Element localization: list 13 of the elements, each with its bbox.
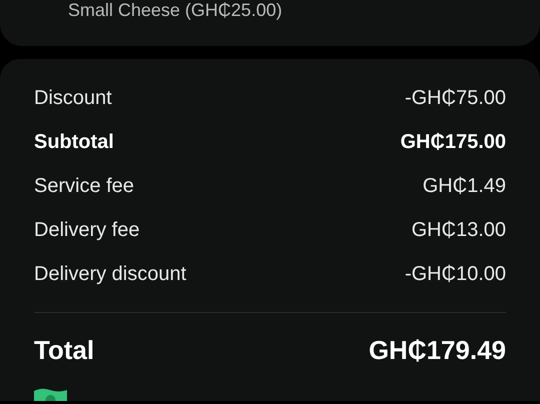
fee-amount: GH₵13.00 bbox=[412, 218, 506, 242]
fee-label: Delivery fee bbox=[34, 218, 140, 242]
fee-label: Subtotal bbox=[34, 130, 114, 154]
fee-amount: -GH₵10.00 bbox=[404, 262, 506, 286]
total-amount: GH₵179.49 bbox=[368, 334, 506, 366]
fee-amount: GH₵1.49 bbox=[422, 174, 506, 198]
fee-label: Discount bbox=[34, 86, 112, 110]
fee-label: Delivery discount bbox=[34, 262, 186, 286]
total-label: Total bbox=[34, 334, 94, 366]
fee-amount: -GH₵75.00 bbox=[404, 86, 506, 110]
fee-label: Service fee bbox=[34, 174, 134, 198]
option-text: Small Cheese (GH₵25.00) bbox=[68, 0, 284, 20]
fee-amount: GH₵175.00 bbox=[400, 130, 506, 154]
